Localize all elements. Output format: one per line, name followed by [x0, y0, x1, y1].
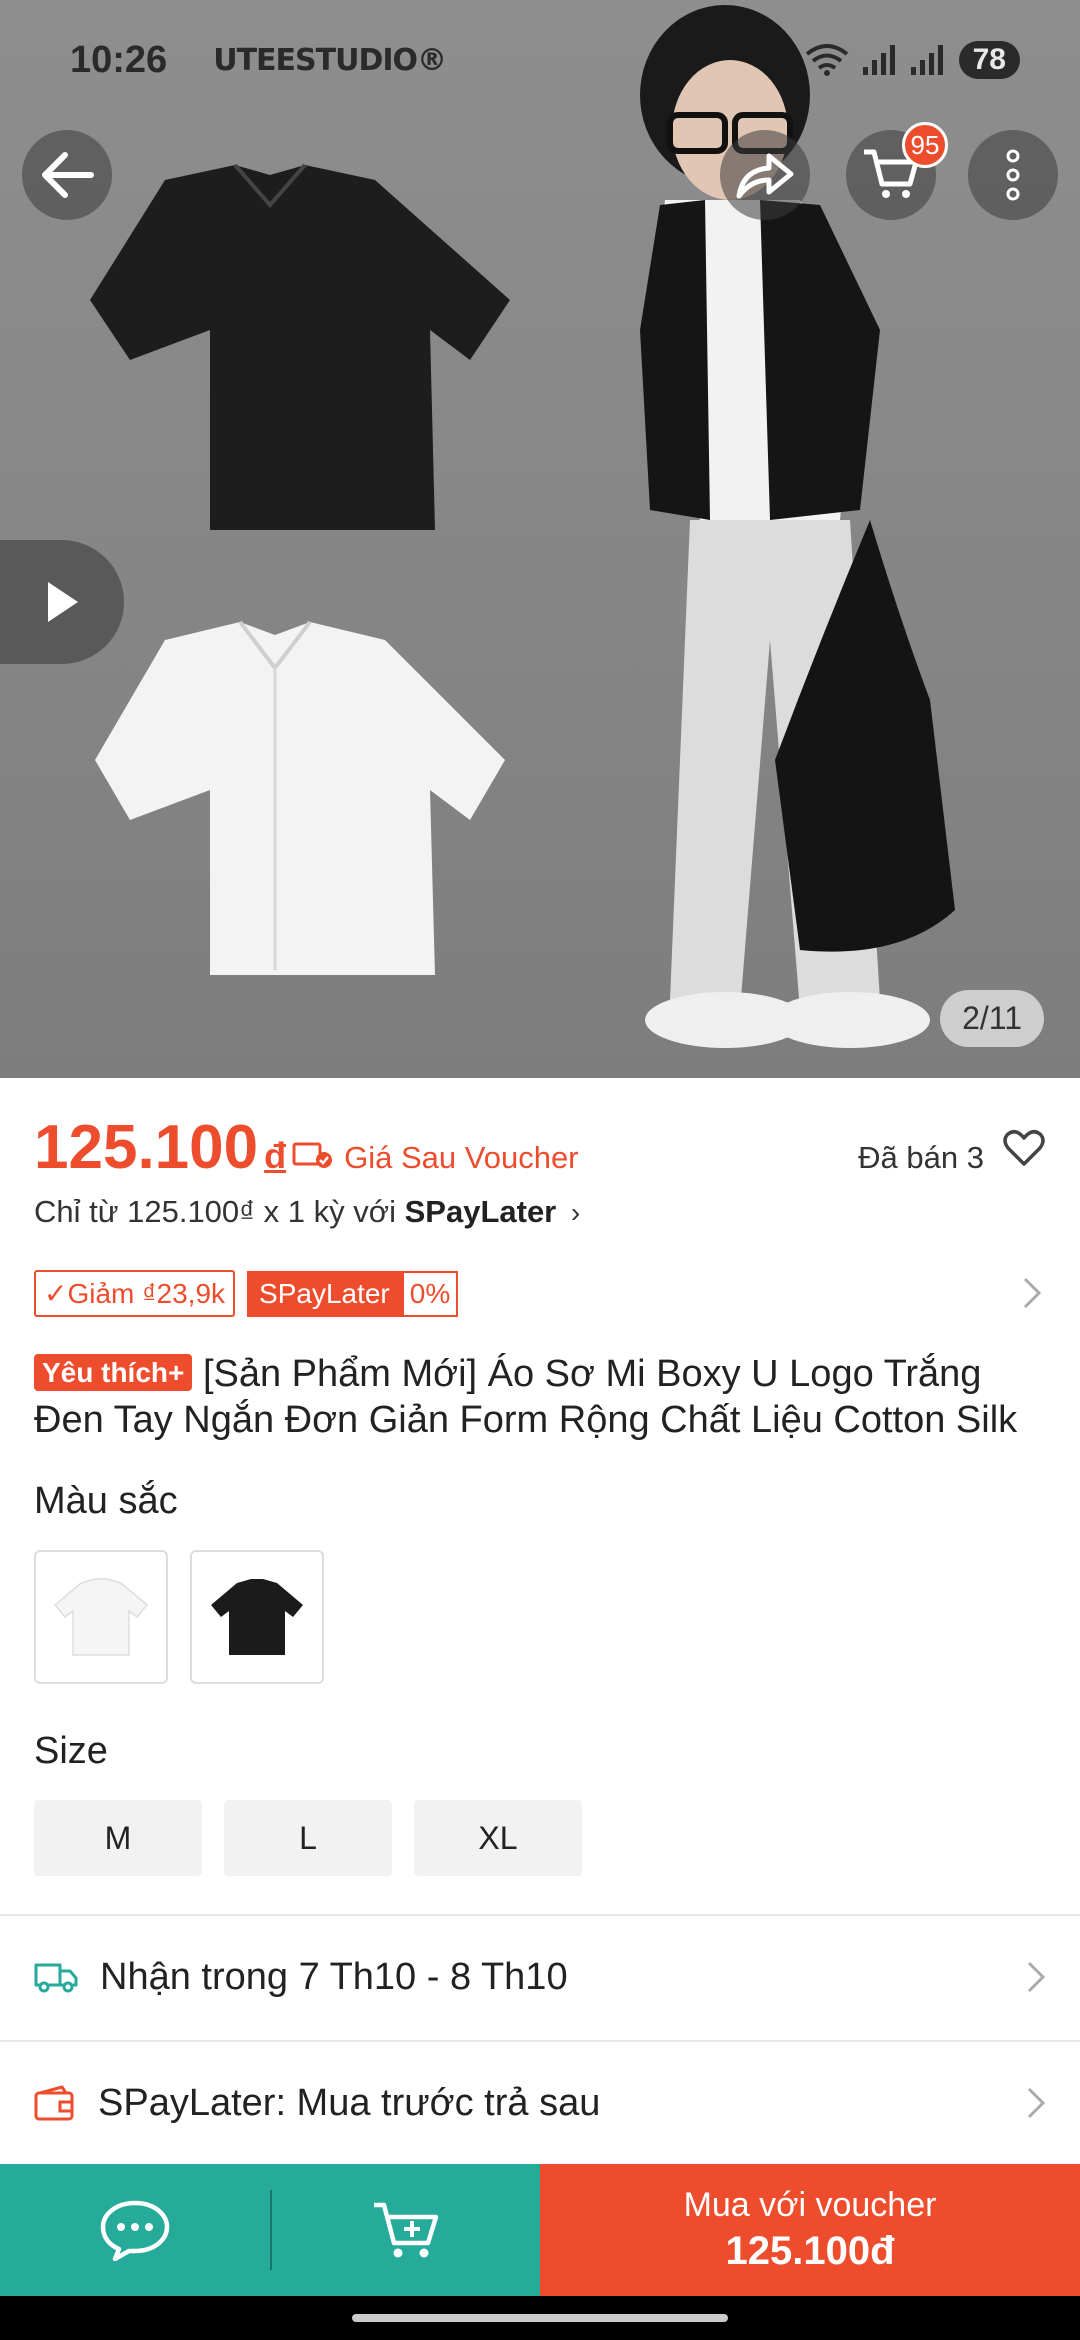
- discount-badge: ✓Giảm ₫23,9k: [34, 1270, 236, 1317]
- spaylater-text: SPayLater: Mua trước trả sau: [98, 2081, 601, 2124]
- chevron-right-icon: [1027, 2087, 1046, 2119]
- wifi-icon: [805, 44, 848, 76]
- system-navigation-bar: [0, 2296, 1080, 2340]
- wallet-icon: [34, 2085, 74, 2121]
- white-shirt-thumbnail: [53, 1578, 149, 1656]
- paylater-brand: SPayLater: [404, 1194, 557, 1229]
- add-to-cart-button[interactable]: [272, 2164, 540, 2296]
- play-video-button[interactable]: [0, 540, 124, 664]
- truck-icon: [34, 1963, 78, 1993]
- heart-icon[interactable]: [1002, 1128, 1046, 1168]
- bar-divider: [270, 2164, 272, 2296]
- size-options: M L XL: [34, 1800, 582, 1876]
- cart-plus-icon: [374, 2202, 439, 2258]
- product-title: Yêu thích+ [Sản Phẩm Mới] Áo Sơ Mi Boxy …: [34, 1350, 1050, 1443]
- chat-icon: [100, 2200, 170, 2261]
- share-button[interactable]: [720, 130, 810, 220]
- buy-price: 125.100đ: [725, 2229, 895, 2273]
- status-time: 10:26: [70, 38, 168, 81]
- more-options-button[interactable]: [968, 130, 1058, 220]
- promo-badges[interactable]: ✓Giảm ₫23,9k SPayLater 0%: [34, 1270, 459, 1317]
- brand-watermark: UTEESTUDIO®: [213, 42, 447, 78]
- back-button[interactable]: [22, 130, 112, 220]
- color-option-white[interactable]: [34, 1550, 168, 1684]
- color-label: Màu sắc: [34, 1480, 178, 1522]
- black-shirt-thumbnail: [211, 1579, 303, 1655]
- size-option-m[interactable]: M: [34, 1800, 202, 1876]
- signal-icon: [862, 45, 895, 75]
- play-icon: [48, 582, 78, 622]
- cart-button[interactable]: 95: [846, 122, 948, 220]
- size-option-xl[interactable]: XL: [414, 1800, 582, 1876]
- image-page-indicator: 2/11: [940, 990, 1044, 1047]
- color-option-black[interactable]: [190, 1550, 324, 1684]
- spaylater-row[interactable]: SPayLater: Mua trước trả sau: [0, 2040, 1080, 2164]
- cart-count-badge: 95: [902, 122, 948, 168]
- more-vertical-icon: [1006, 149, 1020, 201]
- check-icon: ✓: [44, 1278, 68, 1309]
- chevron-right-icon: ›: [570, 1197, 581, 1228]
- delivery-row[interactable]: Nhận trong 7 Th10 - 8 Th10: [0, 1914, 1080, 2038]
- status-bar: 10:26 UTEESTUDIO® 78: [70, 30, 1020, 90]
- product-image-carousel[interactable]: 10:26 UTEESTUDIO® 78 95 2/11: [0, 0, 1080, 1078]
- color-options: [34, 1550, 324, 1684]
- voucher-price-label: Giá Sau Voucher: [344, 1140, 579, 1175]
- arrow-left-icon: [42, 152, 94, 198]
- voucher-check-icon: [292, 1142, 333, 1168]
- buy-label: Mua với voucher: [683, 2186, 937, 2224]
- price-currency: đ: [264, 1135, 287, 1176]
- price-amount: 125.100: [34, 1113, 259, 1182]
- size-label: Size: [34, 1730, 108, 1772]
- spaylater-installment[interactable]: Chỉ từ 125.100₫ x 1 kỳ với SPayLater ›: [34, 1194, 580, 1230]
- price-row: 125.100 đ Giá Sau Voucher Đã bán 3: [34, 1112, 1046, 1183]
- chat-button[interactable]: [0, 2164, 270, 2296]
- share-icon: [736, 153, 794, 199]
- sold-count: Đã bán 3: [858, 1140, 984, 1175]
- chevron-right-icon: [1027, 1961, 1046, 1993]
- battery-level: 78: [958, 41, 1020, 79]
- paylater-text: Chỉ từ 125.100₫ x 1 kỳ với: [34, 1194, 396, 1229]
- chevron-right-icon[interactable]: [1022, 1276, 1042, 1310]
- favorite-plus-tag: Yêu thích+: [34, 1354, 193, 1391]
- size-option-l[interactable]: L: [224, 1800, 392, 1876]
- bottom-action-bar: Mua với voucher 125.100đ: [0, 2164, 1080, 2296]
- buy-with-voucher-button[interactable]: Mua với voucher 125.100đ: [540, 2164, 1080, 2296]
- spaylater-rate-badge: 0%: [401, 1270, 459, 1317]
- delivery-text: Nhận trong 7 Th10 - 8 Th10: [100, 1955, 568, 1998]
- spaylater-badge: SPayLater: [247, 1270, 402, 1317]
- home-gesture-pill[interactable]: [352, 2314, 728, 2322]
- signal-icon: [910, 45, 943, 75]
